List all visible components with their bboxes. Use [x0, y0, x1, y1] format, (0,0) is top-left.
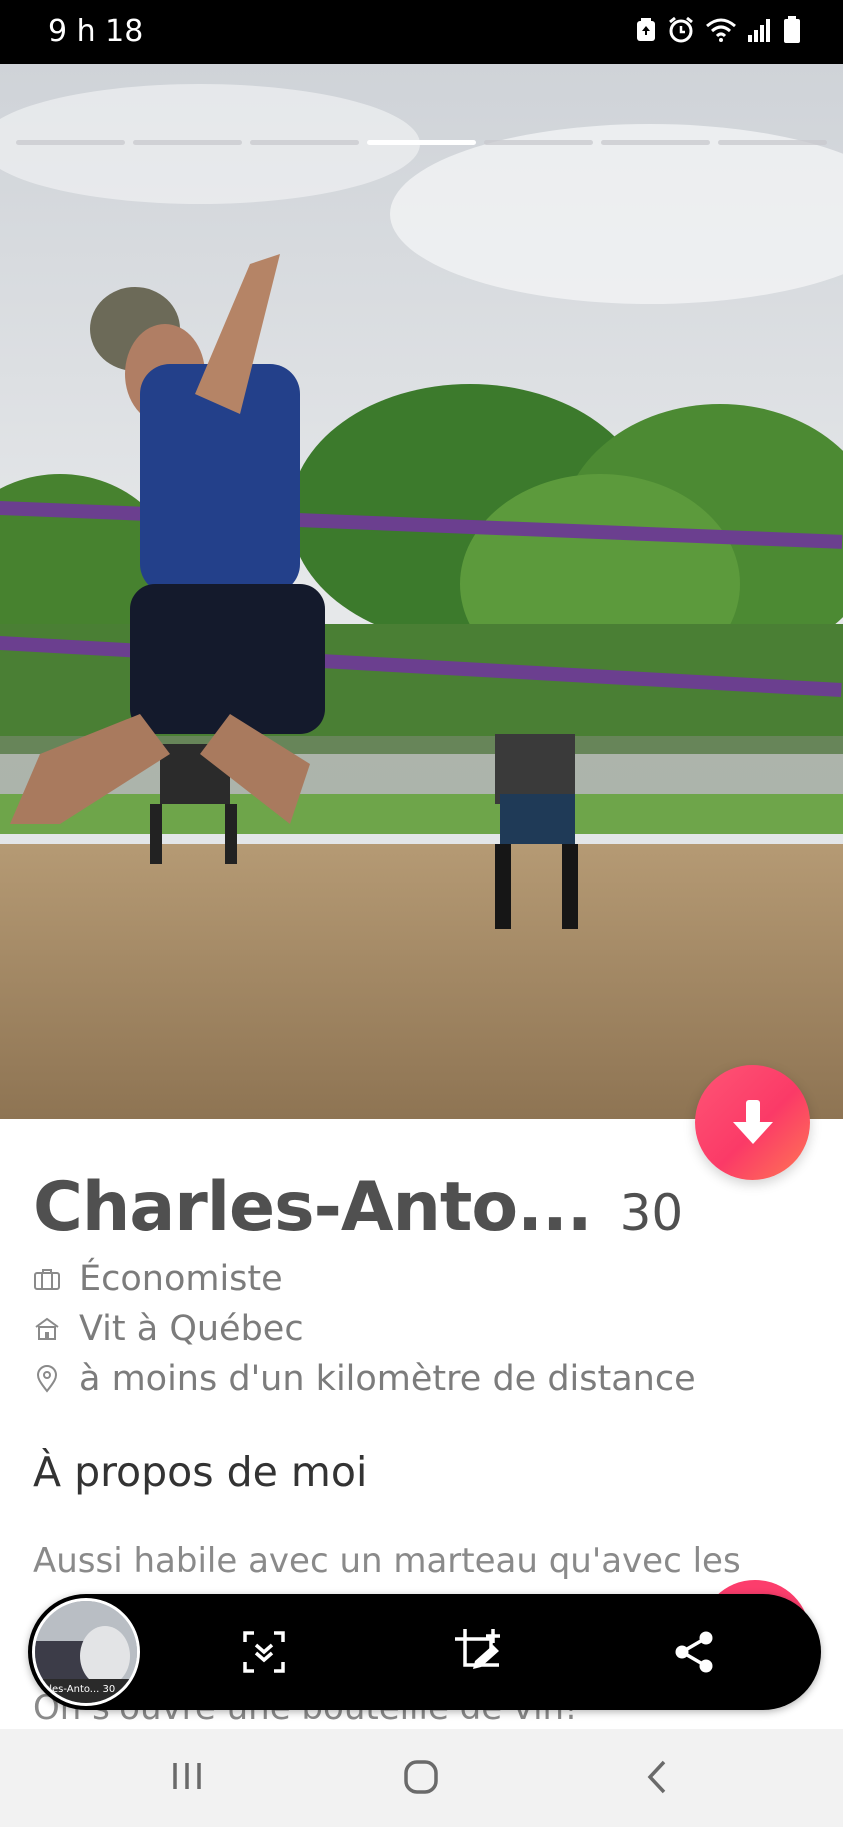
signal-icon [748, 19, 770, 42]
profile-photo[interactable] [0, 64, 843, 1119]
about-title: À propos de moi [33, 1448, 368, 1496]
volleyball-photo [0, 64, 843, 1119]
collapse-profile-button[interactable] [695, 1065, 810, 1180]
lives-in-text: Vit à Québec [79, 1309, 304, 1349]
alarm-icon [669, 16, 693, 43]
thumbnail-label: arles-Anto... 30 [39, 1684, 116, 1695]
data-saver-icon [637, 18, 655, 41]
home-building-icon [33, 1315, 61, 1343]
recent-apps-icon[interactable] [170, 1759, 204, 1793]
job-text: Économiste [79, 1259, 283, 1299]
arrow-down-icon [732, 1099, 773, 1144]
back-icon[interactable] [645, 1759, 669, 1795]
photo-progress-segment[interactable] [367, 140, 476, 145]
photo-progress-segment[interactable] [484, 140, 593, 145]
photo-progress-segment[interactable] [718, 140, 827, 145]
status-time: 9 h 18 [48, 14, 144, 49]
profile-header: Charles-Anto... 30 [33, 1168, 683, 1247]
photo-progress-segment[interactable] [250, 140, 359, 145]
wifi-icon [706, 18, 736, 42]
screenshot-thumbnail[interactable]: arles-Anto... 30 [32, 1598, 140, 1706]
photo-progress [16, 140, 827, 146]
distance-text: à moins d'un kilomètre de distance [79, 1359, 696, 1399]
briefcase-icon [33, 1265, 61, 1293]
battery-icon [784, 16, 800, 43]
status-bar: 9 h 18 [0, 0, 843, 64]
scroll-capture-icon [243, 1631, 285, 1673]
profile-name: Charles-Anto... [33, 1168, 593, 1247]
lives-in-line: Vit à Québec [33, 1309, 304, 1349]
navigation-bar [0, 1729, 843, 1827]
location-pin-icon [33, 1365, 61, 1393]
photo-progress-segment[interactable] [16, 140, 125, 145]
share-icon [675, 1631, 713, 1673]
photo-progress-segment[interactable] [601, 140, 710, 145]
status-icons [635, 16, 801, 44]
crop-edit-button[interactable] [452, 1626, 504, 1678]
scroll-capture-button[interactable] [238, 1626, 290, 1678]
home-icon[interactable] [403, 1759, 439, 1795]
screenshot-toolbar: arles-Anto... 30 [28, 1594, 821, 1710]
job-line: Économiste [33, 1259, 283, 1299]
about-text: Aussi habile avec un marteau qu'avec les [33, 1541, 741, 1581]
crop-edit-icon [455, 1629, 500, 1669]
share-button[interactable] [668, 1626, 720, 1678]
distance-line: à moins d'un kilomètre de distance [33, 1359, 696, 1399]
profile-age: 30 [619, 1184, 684, 1242]
photo-progress-segment[interactable] [133, 140, 242, 145]
